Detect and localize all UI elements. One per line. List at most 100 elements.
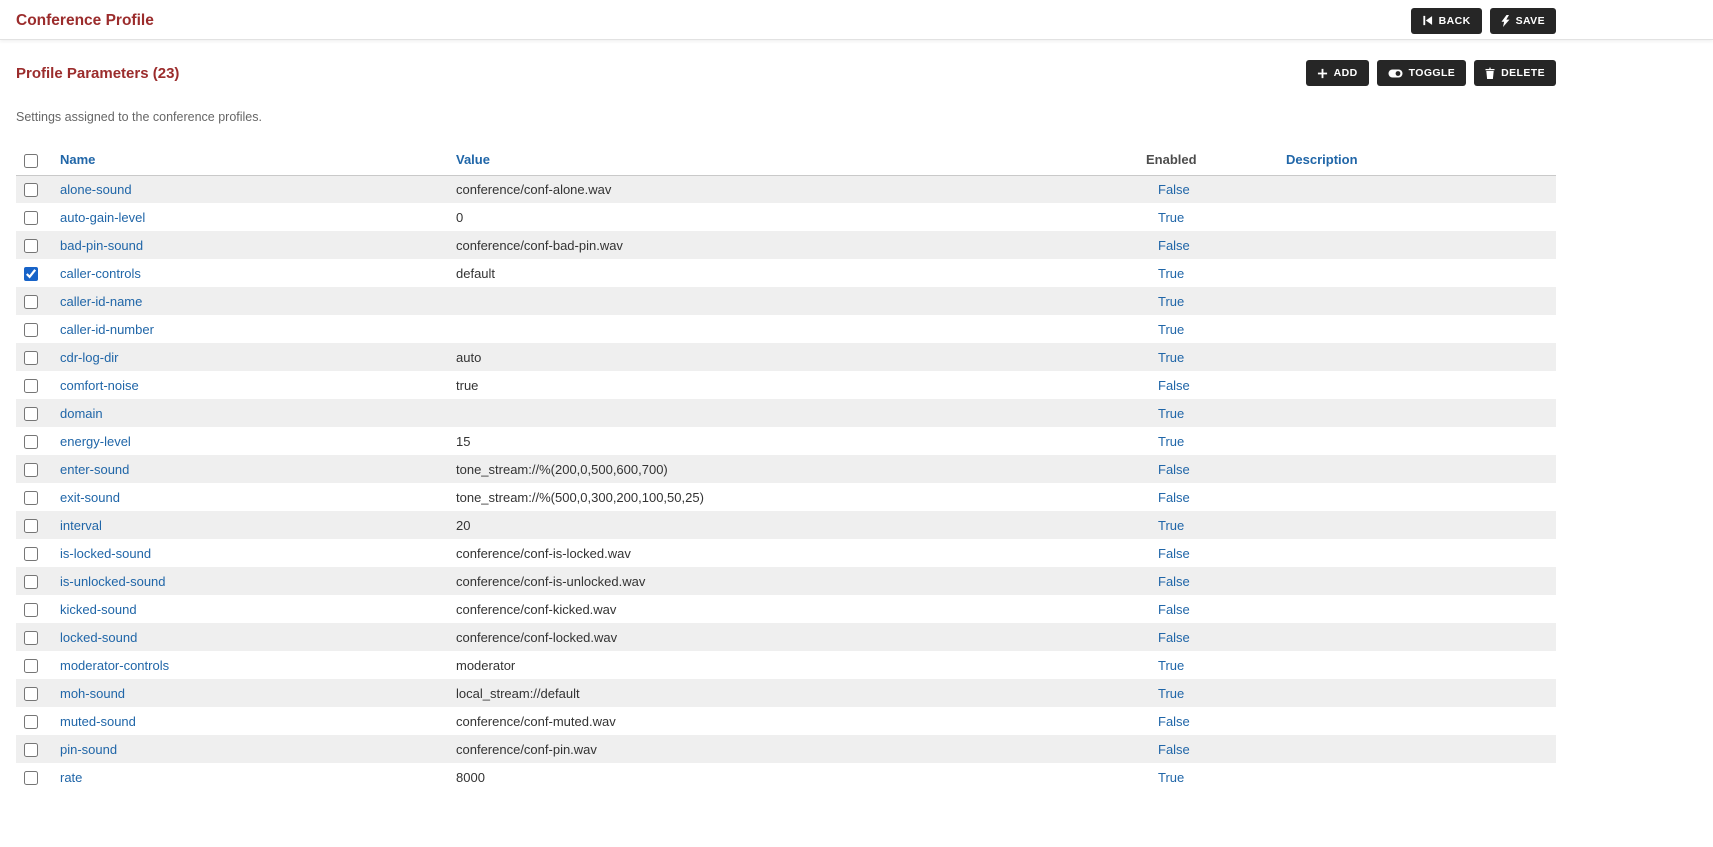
row-checkbox[interactable] <box>24 211 38 225</box>
row-checkbox[interactable] <box>24 631 38 645</box>
param-name-link[interactable]: caller-id-name <box>60 294 142 309</box>
param-name-link[interactable]: cdr-log-dir <box>60 350 119 365</box>
step-backward-icon <box>1422 15 1433 26</box>
table-row: auto-gain-level 0 True <box>16 203 1556 231</box>
select-all-checkbox[interactable] <box>24 154 38 168</box>
table-row: pin-sound conference/conf-pin.wav False <box>16 735 1556 763</box>
param-name-link[interactable]: exit-sound <box>60 490 120 505</box>
param-name-link[interactable]: caller-controls <box>60 266 141 281</box>
param-enabled[interactable]: True <box>1146 210 1184 225</box>
param-value: conference/conf-is-locked.wav <box>456 546 631 561</box>
param-name-link[interactable]: domain <box>60 406 103 421</box>
param-value: conference/conf-pin.wav <box>456 742 597 757</box>
row-checkbox[interactable] <box>24 687 38 701</box>
row-checkbox[interactable] <box>24 379 38 393</box>
param-enabled[interactable]: False <box>1146 602 1190 617</box>
param-enabled[interactable]: True <box>1146 770 1184 785</box>
save-button[interactable]: SAVE <box>1490 8 1556 34</box>
param-name-link[interactable]: is-unlocked-sound <box>60 574 166 589</box>
row-checkbox[interactable] <box>24 519 38 533</box>
section-actions: ADD TOGGLE DELETE <box>1306 60 1556 86</box>
param-enabled[interactable]: False <box>1146 714 1190 729</box>
param-enabled[interactable]: True <box>1146 406 1184 421</box>
param-name-link[interactable]: is-locked-sound <box>60 546 151 561</box>
table-row: muted-sound conference/conf-muted.wav Fa… <box>16 707 1556 735</box>
param-enabled[interactable]: False <box>1146 462 1190 477</box>
column-header-name[interactable]: Name <box>52 145 448 175</box>
row-checkbox[interactable] <box>24 771 38 785</box>
delete-button[interactable]: DELETE <box>1474 60 1556 86</box>
param-enabled[interactable]: True <box>1146 350 1184 365</box>
param-name-link[interactable]: pin-sound <box>60 742 117 757</box>
row-checkbox[interactable] <box>24 575 38 589</box>
row-checkbox[interactable] <box>24 183 38 197</box>
param-value: conference/conf-kicked.wav <box>456 602 616 617</box>
param-enabled[interactable]: False <box>1146 546 1190 561</box>
param-value: tone_stream://%(500,0,300,200,100,50,25) <box>456 490 704 505</box>
param-enabled[interactable]: False <box>1146 490 1190 505</box>
param-name-link[interactable]: interval <box>60 518 102 533</box>
param-enabled[interactable]: True <box>1146 658 1184 673</box>
param-enabled[interactable]: True <box>1146 434 1184 449</box>
add-button[interactable]: ADD <box>1306 60 1369 86</box>
param-enabled[interactable]: False <box>1146 238 1190 253</box>
param-enabled[interactable]: True <box>1146 266 1184 281</box>
row-checkbox[interactable] <box>24 715 38 729</box>
param-name-link[interactable]: auto-gain-level <box>60 210 145 225</box>
column-header-value[interactable]: Value <box>448 145 1138 175</box>
row-checkbox[interactable] <box>24 603 38 617</box>
param-enabled[interactable]: True <box>1146 294 1184 309</box>
row-checkbox[interactable] <box>24 463 38 477</box>
table-row: locked-sound conference/conf-locked.wav … <box>16 623 1556 651</box>
row-checkbox[interactable] <box>24 491 38 505</box>
table-row: caller-id-name True <box>16 287 1556 315</box>
table-row: kicked-sound conference/conf-kicked.wav … <box>16 595 1556 623</box>
param-value: auto <box>456 350 481 365</box>
row-checkbox[interactable] <box>24 323 38 337</box>
column-header-description[interactable]: Description <box>1278 145 1556 175</box>
table-body: alone-sound conference/conf-alone.wav Fa… <box>16 175 1556 791</box>
param-enabled[interactable]: True <box>1146 322 1184 337</box>
param-value: default <box>456 266 495 281</box>
table-row: cdr-log-dir auto True <box>16 343 1556 371</box>
param-name-link[interactable]: moderator-controls <box>60 658 169 673</box>
row-checkbox[interactable] <box>24 351 38 365</box>
row-checkbox[interactable] <box>24 295 38 309</box>
table-row: energy-level 15 True <box>16 427 1556 455</box>
toggle-button[interactable]: TOGGLE <box>1377 60 1467 86</box>
row-checkbox[interactable] <box>24 659 38 673</box>
param-enabled[interactable]: True <box>1146 518 1184 533</box>
param-enabled[interactable]: False <box>1146 630 1190 645</box>
param-name-link[interactable]: alone-sound <box>60 182 132 197</box>
param-name-link[interactable]: rate <box>60 770 82 785</box>
param-name-link[interactable]: kicked-sound <box>60 602 137 617</box>
param-name-link[interactable]: comfort-noise <box>60 378 139 393</box>
param-name-link[interactable]: bad-pin-sound <box>60 238 143 253</box>
param-name-link[interactable]: moh-sound <box>60 686 125 701</box>
param-name-link[interactable]: energy-level <box>60 434 131 449</box>
plus-icon <box>1317 68 1328 79</box>
param-enabled[interactable]: False <box>1146 742 1190 757</box>
table-row: alone-sound conference/conf-alone.wav Fa… <box>16 175 1556 203</box>
save-button-label: SAVE <box>1516 15 1545 27</box>
param-name-link[interactable]: caller-id-number <box>60 322 154 337</box>
table-row: is-locked-sound conference/conf-is-locke… <box>16 539 1556 567</box>
row-checkbox[interactable] <box>24 267 38 281</box>
topbar: Conference Profile BACK SAVE <box>0 0 1713 40</box>
back-button[interactable]: BACK <box>1411 8 1482 34</box>
row-checkbox[interactable] <box>24 743 38 757</box>
param-name-link[interactable]: muted-sound <box>60 714 136 729</box>
table-row: moderator-controls moderator True <box>16 651 1556 679</box>
param-value: 0 <box>456 210 463 225</box>
row-checkbox[interactable] <box>24 435 38 449</box>
param-enabled[interactable]: False <box>1146 378 1190 393</box>
param-name-link[interactable]: locked-sound <box>60 630 137 645</box>
param-name-link[interactable]: enter-sound <box>60 462 129 477</box>
param-enabled[interactable]: True <box>1146 686 1184 701</box>
param-enabled[interactable]: False <box>1146 574 1190 589</box>
row-checkbox[interactable] <box>24 407 38 421</box>
table-row: is-unlocked-sound conference/conf-is-unl… <box>16 567 1556 595</box>
row-checkbox[interactable] <box>24 239 38 253</box>
row-checkbox[interactable] <box>24 547 38 561</box>
param-enabled[interactable]: False <box>1146 182 1190 197</box>
